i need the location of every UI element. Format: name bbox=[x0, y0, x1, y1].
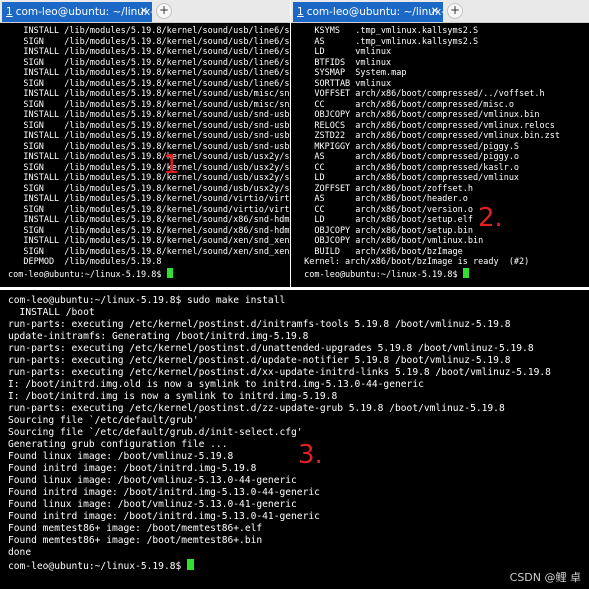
terminal-line: I: /boot/initrd.img is now a symlink to … bbox=[8, 391, 338, 402]
terminal-line: SIGN /lib/modules/5.19.8/kernel/sound/us… bbox=[8, 183, 290, 194]
terminal-line: INSTALL /lib/modules/5.19.8/kernel/sound… bbox=[8, 89, 290, 99]
close-icon[interactable]: ✕ bbox=[140, 2, 148, 22]
terminal-line: ZOFFSET arch/x86/boot/zoffset.h bbox=[299, 183, 473, 194]
terminal-line: com-leo@ubuntu:~/linux-5.19.8$ sudo make… bbox=[8, 295, 286, 306]
right-terminal-tab[interactable]: 1 com-leo@ubuntu: ~/linux-... ✕ bbox=[293, 2, 443, 22]
terminal-line: LD vmlinux bbox=[299, 47, 392, 57]
terminal-line: CC arch/x86/boot/version.o bbox=[299, 204, 473, 215]
terminal-line: INSTALL /lib/modules/5.19.8/kernel/sound… bbox=[8, 152, 290, 162]
terminal-line: OBJCOPY arch/x86/boot/compressed/vmlinux… bbox=[299, 110, 540, 120]
terminal-line: AS arch/x86/boot/compressed/piggy.o bbox=[299, 152, 520, 162]
annotation-three: 3. bbox=[298, 440, 323, 470]
terminal-line: SIGN /lib/modules/5.19.8/kernel/sound/vi… bbox=[8, 204, 290, 215]
tab-number: 1 bbox=[6, 6, 13, 18]
watermark: CSDN @鲤 卓 bbox=[509, 571, 581, 584]
terminal-line: INSTALL /boot bbox=[8, 307, 95, 318]
terminal-line: Sourcing file `/etc/default/grub.d/init-… bbox=[8, 427, 303, 438]
bottom-terminal-window[interactable]: com-leo@ubuntu:~/linux-5.19.8$ sudo make… bbox=[0, 290, 589, 589]
close-icon[interactable]: ✕ bbox=[431, 2, 439, 22]
plus-icon[interactable]: + bbox=[447, 3, 463, 19]
tab-title: com-leo@ubuntu: ~/linux-... bbox=[306, 6, 443, 18]
right-tab-bar: 1 com-leo@ubuntu: ~/linux-... ✕ + bbox=[291, 0, 589, 23]
terminal-line: INSTALL /lib/modules/5.19.8/kernel/sound… bbox=[8, 173, 290, 183]
terminal-line: SIGN /lib/modules/5.19.8/kernel/sound/x8… bbox=[8, 225, 290, 236]
terminal-line: LD arch/x86/boot/compressed/vmlinux bbox=[299, 173, 520, 183]
terminal-line: OBJCOPY arch/x86/boot/setup.bin bbox=[299, 225, 473, 236]
terminal-line: done bbox=[8, 547, 32, 558]
terminal-line: CC arch/x86/boot/compressed/misc.o bbox=[299, 99, 514, 110]
tab-number: 1 bbox=[297, 6, 304, 18]
terminal-line: ZSTD22 arch/x86/boot/compressed/vmlinux.… bbox=[299, 131, 560, 141]
terminal-cursor bbox=[187, 559, 195, 570]
tab-title: com-leo@ubuntu: ~/linux-... bbox=[15, 6, 152, 18]
terminal-line: SIGN /lib/modules/5.19.8/kernel/sound/us… bbox=[8, 141, 290, 152]
terminal-line: SIGN /lib/modules/5.19.8/kernel/sound/us… bbox=[8, 36, 290, 47]
terminal-line: DEPMOD /lib/modules/5.19.8 bbox=[8, 257, 162, 267]
terminal-line: INSTALL /lib/modules/5.19.8/kernel/sound… bbox=[8, 194, 290, 204]
terminal-line: run-parts: executing /etc/kernel/postins… bbox=[8, 319, 511, 330]
left-terminal-tab[interactable]: 1 com-leo@ubuntu: ~/linux-... ✕ bbox=[2, 2, 152, 22]
annotation-two: 2. bbox=[478, 203, 503, 233]
terminal-line: run-parts: executing /etc/kernel/postins… bbox=[8, 403, 505, 414]
terminal-prompt-line[interactable]: com-leo@ubuntu:~/linux-5.19.8$ bbox=[299, 267, 589, 279]
terminal-line: RELOCS arch/x86/boot/compressed/vmlinux.… bbox=[299, 120, 555, 131]
terminal-line: KSYMS .tmp_vmlinux.kallsyms2.S bbox=[299, 26, 479, 36]
terminal-line: INSTALL /lib/modules/5.19.8/kernel/sound… bbox=[8, 215, 290, 225]
terminal-line: SIGN /lib/modules/5.19.8/kernel/sound/us… bbox=[8, 99, 290, 110]
left-terminal-output: INSTALL /lib/modules/5.19.8/kernel/sound… bbox=[0, 23, 290, 278]
terminal-line: CC arch/x86/boot/compressed/kaslr.o bbox=[299, 162, 520, 173]
terminal-line: AS .tmp_vmlinux.kallsyms2.S bbox=[299, 36, 479, 47]
terminal-line: SIGN /lib/modules/5.19.8/kernel/sound/xe… bbox=[8, 246, 290, 257]
terminal-line: SIGN /lib/modules/5.19.8/kernel/sound/us… bbox=[8, 57, 290, 68]
terminal-line: Found linux image: /boot/vmlinuz-5.13.0-… bbox=[8, 475, 297, 486]
terminal-line: LD arch/x86/boot/setup.elf bbox=[299, 215, 473, 225]
terminal-line: BTFIDS vmlinux bbox=[299, 57, 392, 68]
terminal-line: Found initrd image: /boot/initrd.img-5.1… bbox=[8, 487, 320, 498]
left-terminal-window[interactable]: 1 com-leo@ubuntu: ~/linux-... ✕ + INSTALL… bbox=[0, 0, 290, 287]
terminal-line: Found memtest86+ image: /boot/memtest86+… bbox=[8, 523, 263, 534]
terminal-line: SORTTAB vmlinux bbox=[299, 78, 392, 89]
annotation-one: 1 bbox=[163, 150, 180, 180]
terminal-line: Found initrd image: /boot/initrd.img-5.1… bbox=[8, 511, 320, 522]
terminal-prompt-line[interactable]: com-leo@ubuntu:~/linux-5.19.8$ bbox=[8, 559, 589, 571]
right-terminal-window[interactable]: 1 com-leo@ubuntu: ~/linux-... ✕ + KSYMS .… bbox=[291, 0, 589, 287]
terminal-line: run-parts: executing /etc/kernel/postins… bbox=[8, 343, 534, 354]
terminal-prompt-line[interactable]: com-leo@ubuntu:~/linux-5.19.8$ bbox=[8, 267, 290, 279]
terminal-line: INSTALL /lib/modules/5.19.8/kernel/sound… bbox=[8, 236, 290, 246]
terminal-line: INSTALL /lib/modules/5.19.8/kernel/sound… bbox=[8, 26, 290, 36]
terminal-line: INSTALL /lib/modules/5.19.8/kernel/sound… bbox=[8, 68, 290, 78]
terminal-line: SYSMAP System.map bbox=[299, 68, 407, 78]
terminal-line: SIGN /lib/modules/5.19.8/kernel/sound/us… bbox=[8, 162, 290, 173]
terminal-line: SIGN /lib/modules/5.19.8/kernel/sound/us… bbox=[8, 78, 290, 89]
terminal-line: run-parts: executing /etc/kernel/postins… bbox=[8, 367, 551, 378]
terminal-line: update-initramfs: Generating /boot/initr… bbox=[8, 331, 309, 342]
terminal-line: Found memtest86+ image: /boot/memtest86+… bbox=[8, 535, 263, 546]
shell-prompt: com-leo@ubuntu:~/linux-5.19.8$ bbox=[299, 269, 463, 279]
right-terminal-output: KSYMS .tmp_vmlinux.kallsyms2.S AS .tmp_v… bbox=[291, 23, 589, 278]
terminal-line: OBJCOPY arch/x86/boot/vmlinux.bin bbox=[299, 236, 484, 246]
terminal-line: MKPIGGY arch/x86/boot/compressed/piggy.S bbox=[299, 141, 520, 152]
left-tab-bar: 1 com-leo@ubuntu: ~/linux-... ✕ + bbox=[0, 0, 290, 23]
shell-prompt: com-leo@ubuntu:~/linux-5.19.8$ bbox=[8, 269, 167, 279]
terminal-line: Kernel: arch/x86/boot/bzImage is ready (… bbox=[299, 257, 530, 267]
terminal-line: I: /boot/initrd.img.old is now a symlink… bbox=[8, 379, 424, 390]
terminal-line: INSTALL /lib/modules/5.19.8/kernel/sound… bbox=[8, 110, 290, 120]
plus-icon[interactable]: + bbox=[156, 3, 172, 19]
terminal-line: INSTALL /lib/modules/5.19.8/kernel/sound… bbox=[8, 131, 290, 141]
terminal-line: INSTALL /lib/modules/5.19.8/kernel/sound… bbox=[8, 47, 290, 57]
terminal-line: Sourcing file `/etc/default/grub' bbox=[8, 415, 199, 426]
terminal-line: VOFFSET arch/x86/boot/compressed/../voff… bbox=[299, 89, 545, 99]
terminal-line: run-parts: executing /etc/kernel/postins… bbox=[8, 355, 511, 366]
terminal-cursor bbox=[462, 267, 469, 278]
terminal-line: Found linux image: /boot/vmlinuz-5.13.0-… bbox=[8, 499, 297, 510]
shell-prompt: com-leo@ubuntu:~/linux-5.19.8$ bbox=[8, 561, 188, 571]
terminal-line: AS arch/x86/boot/header.o bbox=[299, 194, 468, 204]
terminal-line: SIGN /lib/modules/5.19.8/kernel/sound/us… bbox=[8, 120, 290, 131]
terminal-cursor bbox=[166, 267, 173, 278]
terminal-line: BUILD arch/x86/boot/bzImage bbox=[299, 246, 463, 257]
bottom-terminal-output: com-leo@ubuntu:~/linux-5.19.8$ sudo make… bbox=[0, 290, 589, 571]
